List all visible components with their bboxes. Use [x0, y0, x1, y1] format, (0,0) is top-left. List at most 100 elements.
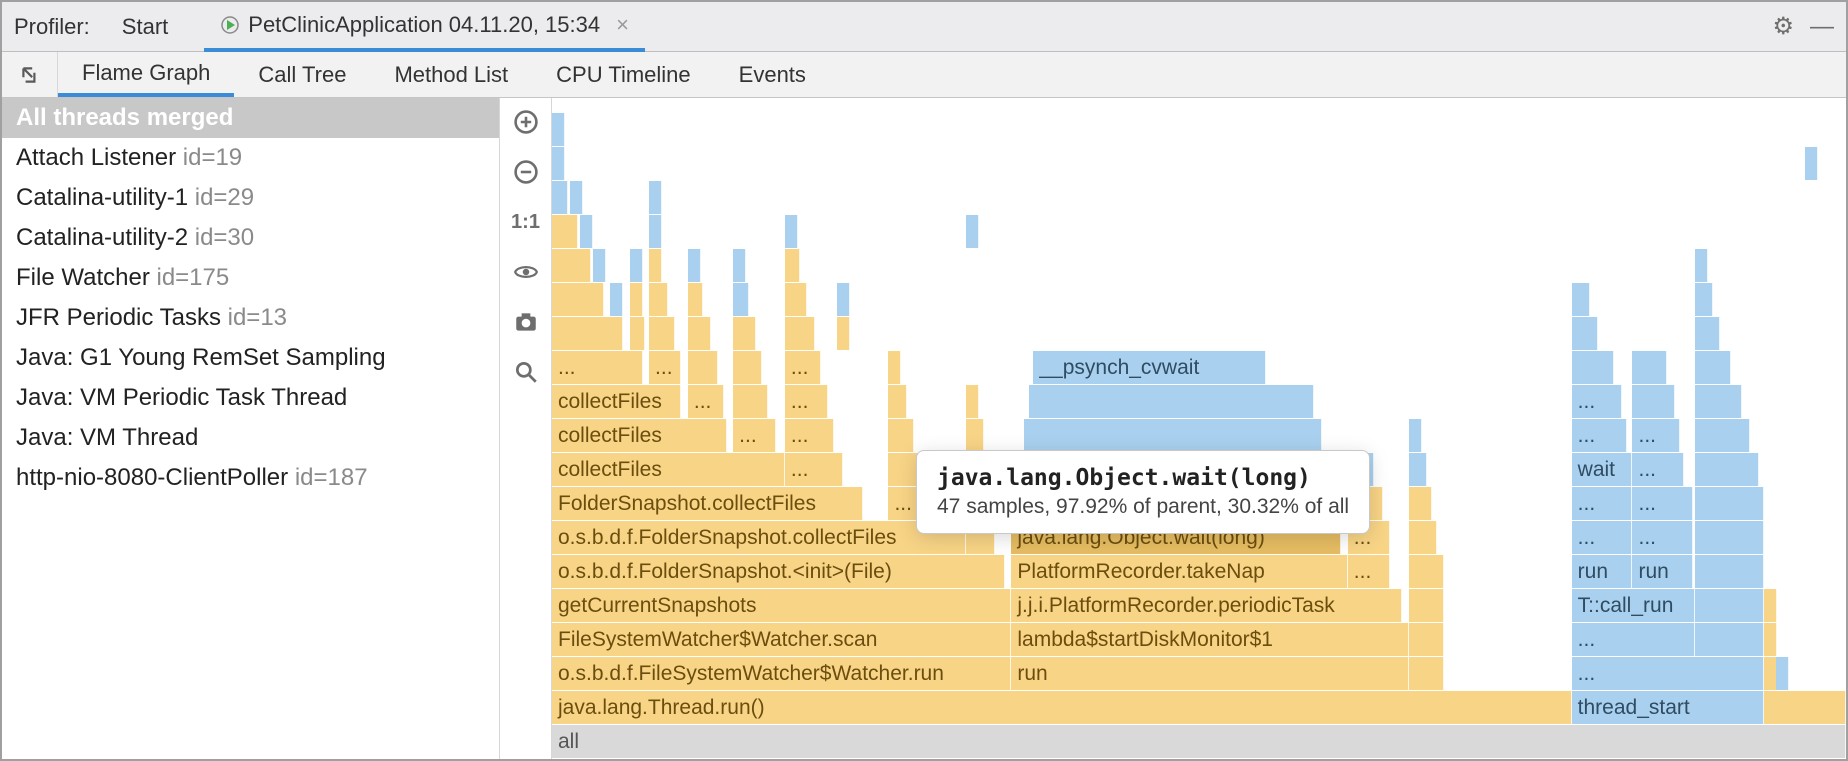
start-button[interactable]: Start — [122, 14, 168, 40]
open-external-icon[interactable] — [2, 52, 58, 97]
flame-frame[interactable] — [785, 249, 801, 282]
flame-frame[interactable] — [1695, 385, 1743, 418]
flame-frame[interactable]: java.lang.Thread.run() — [552, 691, 1572, 724]
flame-frame[interactable]: collectFiles — [552, 419, 727, 452]
flame-frame[interactable] — [688, 283, 704, 316]
flame-frame[interactable] — [1764, 623, 1777, 656]
flame-frame[interactable] — [785, 283, 807, 316]
flame-frame[interactable] — [552, 113, 565, 146]
flame-frame[interactable] — [1409, 453, 1427, 486]
flame-frame[interactable] — [1695, 555, 1765, 588]
flame-frame[interactable] — [630, 249, 643, 282]
flame-frame[interactable] — [1409, 623, 1444, 656]
flame-frame[interactable]: ... — [1572, 487, 1633, 520]
flame-frame[interactable] — [649, 181, 662, 214]
flame-frame[interactable]: T::call_run — [1572, 589, 1695, 622]
zoom-in-icon[interactable] — [508, 104, 544, 140]
snapshot-icon[interactable] — [508, 304, 544, 340]
flame-frame[interactable] — [1572, 283, 1590, 316]
flame-frame[interactable] — [649, 317, 675, 350]
flame-frame[interactable]: o.s.b.d.f.FolderSnapshot.<init>(File) — [552, 555, 1005, 588]
minimize-icon[interactable]: — — [1810, 13, 1834, 41]
flame-frame[interactable]: wait — [1572, 453, 1633, 486]
flame-frame[interactable] — [688, 317, 711, 350]
flame-frame[interactable] — [1409, 419, 1422, 452]
flame-frame[interactable] — [1776, 657, 1789, 690]
flame-graph-canvas[interactable]: ......... __psynch_cvwait collectFiles....… — [552, 98, 1846, 759]
flame-frame[interactable] — [552, 283, 604, 316]
flame-frame[interactable] — [1409, 521, 1437, 554]
flame-frame[interactable] — [552, 249, 591, 282]
flame-frame[interactable] — [1409, 657, 1444, 690]
flame-frame[interactable]: ... — [1632, 453, 1684, 486]
flame-frame[interactable] — [1695, 487, 1765, 520]
flame-frame[interactable] — [785, 215, 798, 248]
flame-frame[interactable] — [1764, 691, 1846, 724]
flame-frame[interactable] — [1695, 283, 1713, 316]
tab-cpu-timeline[interactable]: CPU Timeline — [532, 52, 714, 97]
flame-frame[interactable]: collectFiles — [552, 385, 681, 418]
flame-frame[interactable]: ... — [1572, 657, 1765, 690]
flame-frame[interactable] — [837, 317, 850, 350]
flame-frame[interactable] — [1632, 351, 1667, 384]
zoom-out-icon[interactable] — [508, 154, 544, 190]
flame-frame[interactable] — [610, 283, 623, 316]
flame-frame[interactable] — [966, 215, 979, 248]
flame-frame[interactable] — [1409, 555, 1444, 588]
flame-frame[interactable] — [966, 385, 979, 418]
flame-frame[interactable]: __psynch_cvwait — [1033, 351, 1266, 384]
thread-list-item[interactable]: Java: VM Periodic Task Thread — [2, 378, 499, 418]
thread-list-item[interactable]: File Watcher id=175 — [2, 258, 499, 298]
flame-frame[interactable]: PlatformRecorder.takeNap — [1011, 555, 1347, 588]
flame-frame[interactable] — [888, 385, 906, 418]
flame-frame[interactable]: collectFiles — [552, 453, 785, 486]
flame-frame[interactable]: ... — [552, 351, 643, 384]
flame-frame[interactable] — [649, 249, 662, 282]
flame-frame[interactable]: ... — [1632, 419, 1680, 452]
flame-frame[interactable] — [649, 215, 662, 248]
flame-frame[interactable] — [1764, 589, 1777, 622]
flame-frame[interactable] — [1695, 521, 1765, 554]
flame-frame[interactable]: ... — [688, 385, 724, 418]
flame-frame[interactable]: ... — [1572, 623, 1695, 656]
flame-frame[interactable] — [593, 249, 606, 282]
flame-frame[interactable] — [1409, 589, 1444, 622]
flame-frame-root[interactable]: all — [552, 725, 1846, 758]
flame-frame[interactable]: getCurrentSnapshots — [552, 589, 1011, 622]
flame-frame[interactable] — [1029, 385, 1314, 418]
flame-frame[interactable]: FolderSnapshot.collectFiles — [552, 487, 863, 520]
tab-events[interactable]: Events — [715, 52, 830, 97]
flame-frame[interactable] — [1409, 487, 1432, 520]
flame-frame[interactable]: FileSystemWatcher$Watcher.scan — [552, 623, 1011, 656]
flame-frame[interactable] — [733, 249, 746, 282]
flame-frame[interactable] — [1695, 623, 1765, 656]
flame-frame[interactable]: thread_start — [1572, 691, 1765, 724]
flame-frame[interactable] — [552, 147, 565, 180]
flame-frame[interactable] — [630, 283, 643, 316]
flame-frame[interactable]: ... — [1348, 555, 1391, 588]
thread-list-item[interactable]: Java: G1 Young RemSet Sampling — [2, 338, 499, 378]
flame-frame[interactable]: ... — [1572, 419, 1628, 452]
flame-frame[interactable]: ... — [785, 419, 834, 452]
threads-header[interactable]: All threads merged — [2, 98, 499, 138]
tab-method-list[interactable]: Method List — [370, 52, 532, 97]
thread-list-item[interactable]: Catalina-utility-1 id=29 — [2, 178, 499, 218]
flame-frame[interactable] — [1695, 317, 1721, 350]
flame-frame[interactable] — [966, 419, 984, 452]
flame-frame[interactable]: ... — [1632, 487, 1693, 520]
thread-list-item[interactable]: http-nio-8080-ClientPoller id=187 — [2, 458, 499, 498]
flame-frame[interactable] — [1695, 453, 1760, 486]
flame-frame[interactable] — [888, 351, 901, 384]
flame-frame[interactable] — [1632, 385, 1675, 418]
flame-frame[interactable] — [1805, 147, 1818, 180]
flame-frame[interactable] — [688, 351, 718, 384]
flame-frame[interactable] — [733, 385, 768, 418]
flame-frame[interactable] — [1572, 351, 1615, 384]
flame-frame[interactable] — [552, 215, 578, 248]
flame-frame[interactable] — [1695, 351, 1731, 384]
flame-frame[interactable]: run — [1572, 555, 1633, 588]
flame-frame[interactable] — [785, 317, 815, 350]
flame-frame[interactable] — [733, 317, 756, 350]
flame-frame[interactable] — [1695, 249, 1708, 282]
flame-frame[interactable] — [1024, 419, 1322, 452]
